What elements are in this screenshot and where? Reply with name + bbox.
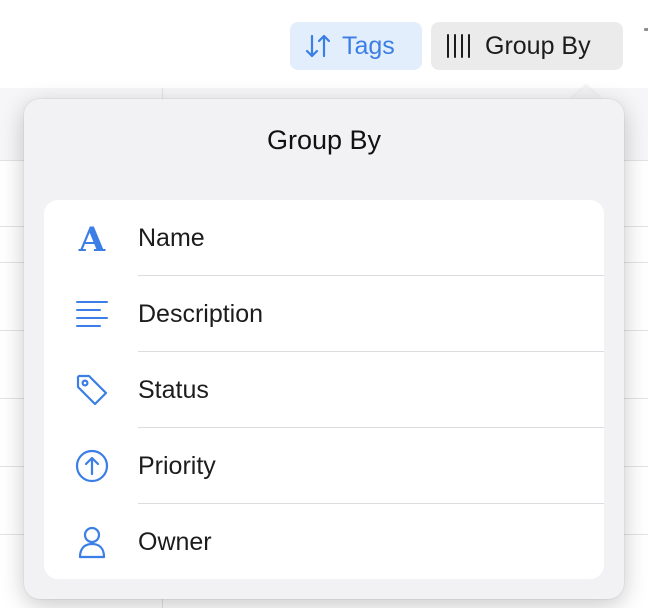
tags-button[interactable]: Tags [290, 22, 422, 70]
option-name[interactable]: A Name [44, 200, 604, 276]
option-priority[interactable]: Priority [44, 428, 604, 504]
option-status[interactable]: Status [44, 352, 604, 428]
option-label: Name [138, 224, 205, 252]
svg-text:A: A [78, 221, 106, 255]
popover-title: Group By [266, 125, 382, 155]
more-toolbar-indicator [644, 28, 648, 31]
text-lines-icon [72, 296, 112, 332]
sort-arrows-icon [304, 32, 332, 60]
person-icon [72, 524, 112, 560]
option-label: Status [138, 376, 209, 404]
letter-a-icon: A [72, 220, 112, 256]
option-label: Priority [138, 452, 216, 480]
app-window: Tags Group By Group By A Name Descriptio… [0, 0, 648, 608]
tags-button-label: Tags [342, 31, 395, 60]
group-by-button-label: Group By [485, 31, 591, 60]
group-by-options-list: A Name Description Status Priority Owner [44, 200, 604, 579]
tag-icon [72, 372, 112, 408]
group-by-button[interactable]: Group By [431, 22, 623, 70]
option-description[interactable]: Description [44, 276, 604, 352]
option-label: Owner [138, 528, 212, 556]
popover-arrow [570, 85, 602, 100]
columns-icon [445, 32, 475, 60]
group-by-popover: Group By A Name Description Status Prior… [24, 99, 624, 599]
arrow-up-circle-icon [72, 448, 112, 484]
option-label: Description [138, 300, 264, 328]
option-owner[interactable]: Owner [44, 504, 604, 579]
